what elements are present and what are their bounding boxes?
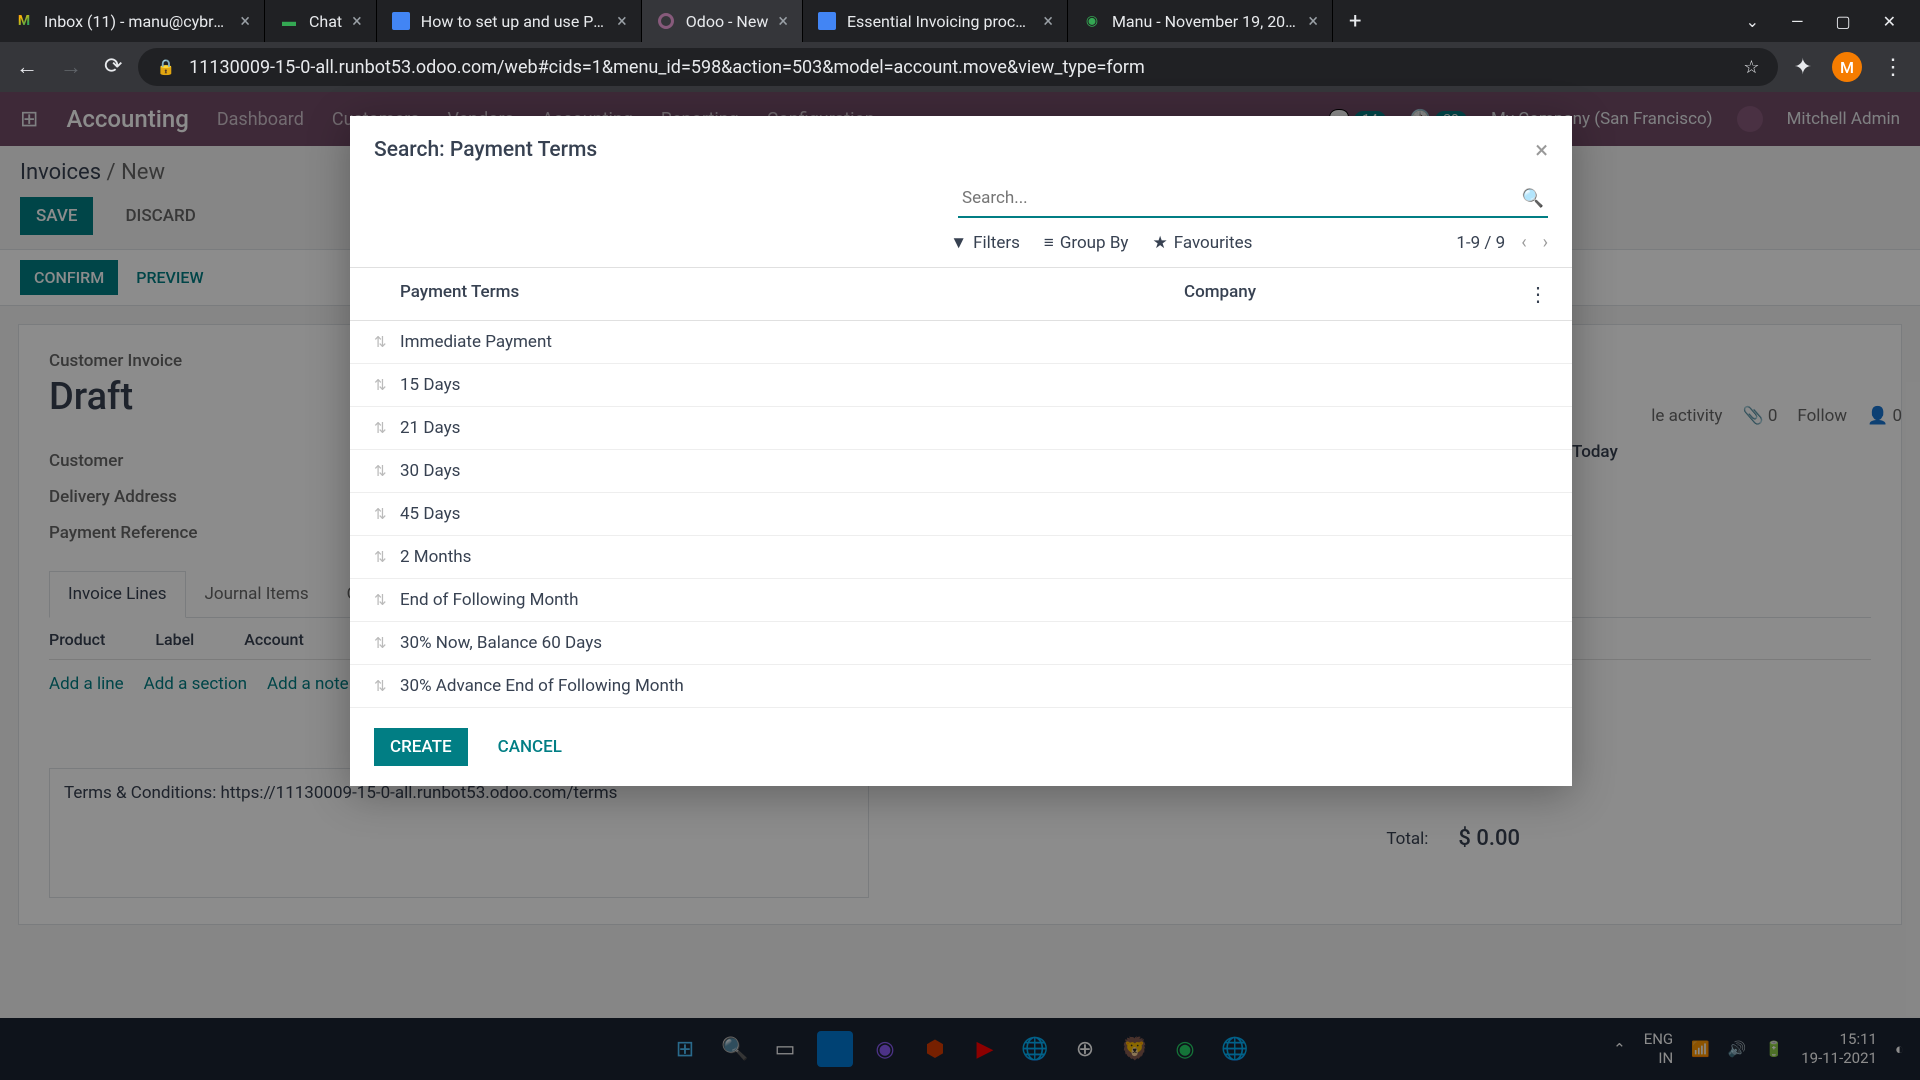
chat-icon: ▬	[279, 11, 299, 31]
chevron-down-icon[interactable]: ⌄	[1746, 12, 1759, 31]
create-button[interactable]: CREATE	[374, 728, 468, 766]
gmail-icon: M	[14, 11, 34, 31]
menu-icon[interactable]: ⋮	[1882, 55, 1904, 80]
browser-titlebar: M Inbox (11) - manu@cybrosy × ▬ Chat × H…	[0, 0, 1920, 42]
extensions-icon[interactable]: ✦	[1794, 55, 1812, 80]
payment-term-name: 15 Days	[400, 375, 460, 395]
favourites-button[interactable]: ★Favourites	[1152, 233, 1252, 253]
drag-handle-icon[interactable]: ⇅	[374, 462, 400, 480]
browser-tab-active[interactable]: Odoo - New ×	[642, 0, 803, 42]
payment-term-name: 2 Months	[400, 547, 471, 567]
drag-handle-icon[interactable]: ⇅	[374, 505, 400, 523]
drag-handle-icon[interactable]: ⇅	[374, 419, 400, 437]
payment-term-name: 45 Days	[400, 504, 460, 524]
drag-handle-icon[interactable]: ⇅	[374, 677, 400, 695]
back-icon[interactable]: ←	[16, 54, 38, 80]
drag-handle-icon[interactable]: ⇅	[374, 376, 400, 394]
minimize-icon[interactable]: —	[1791, 12, 1804, 31]
drag-handle-icon[interactable]: ⇅	[374, 548, 400, 566]
pager-next-icon[interactable]: ›	[1543, 232, 1548, 253]
payment-term-name: 30 Days	[400, 461, 460, 481]
url-input[interactable]: 🔒 11130009-15-0-all.runbot53.odoo.com/we…	[138, 48, 1777, 86]
payment-term-row[interactable]: ⇅15 Days	[350, 364, 1572, 407]
tab-title: Chat	[309, 12, 342, 31]
payment-term-row[interactable]: ⇅Immediate Payment	[350, 321, 1572, 364]
drag-handle-icon[interactable]: ⇅	[374, 591, 400, 609]
tab-title: Odoo - New	[686, 12, 769, 31]
url-text: 11130009-15-0-all.runbot53.odoo.com/web#…	[189, 57, 1145, 78]
close-icon[interactable]: ×	[240, 11, 250, 32]
close-icon[interactable]: ×	[617, 11, 627, 32]
browser-tab[interactable]: How to set up and use Payr ×	[377, 0, 642, 42]
drag-handle-icon[interactable]: ⇅	[374, 333, 400, 351]
profile-avatar[interactable]: M	[1832, 52, 1862, 82]
docs-icon	[817, 11, 837, 31]
search-icon[interactable]: 🔍	[1522, 188, 1544, 209]
browser-tab[interactable]: Essential Invoicing procedu ×	[803, 0, 1068, 42]
docs-icon	[391, 11, 411, 31]
new-tab-button[interactable]: +	[1333, 9, 1377, 34]
reload-icon[interactable]: ⟳	[104, 54, 122, 80]
drag-handle-icon[interactable]: ⇅	[374, 634, 400, 652]
close-icon[interactable]: ×	[1043, 11, 1053, 32]
search-payment-terms-modal: Search: Payment Terms × 🔍 ▼Filters ≡Grou…	[350, 116, 1572, 786]
star-icon[interactable]: ☆	[1743, 57, 1759, 78]
lock-icon: 🔒	[156, 58, 175, 76]
maximize-icon[interactable]: ▢	[1835, 12, 1850, 31]
browser-tab[interactable]: M Inbox (11) - manu@cybrosy ×	[0, 0, 265, 42]
column-company[interactable]: Company	[1184, 282, 1518, 306]
forward-icon[interactable]: →	[60, 54, 82, 80]
payment-term-row[interactable]: ⇅30% Now, Balance 60 Days	[350, 622, 1572, 665]
filter-icon: ▼	[950, 233, 967, 253]
payment-term-name: 30% Advance End of Following Month	[400, 676, 684, 696]
address-bar: ← → ⟳ 🔒 11130009-15-0-all.runbot53.odoo.…	[0, 42, 1920, 92]
groupby-button[interactable]: ≡Group By	[1044, 233, 1129, 253]
payment-term-name: End of Following Month	[400, 590, 578, 610]
pager-text[interactable]: 1-9 / 9	[1456, 233, 1505, 253]
payment-term-row[interactable]: ⇅45 Days	[350, 493, 1572, 536]
tab-title: Essential Invoicing procedu	[847, 12, 1033, 31]
payment-term-row[interactable]: ⇅30% Advance End of Following Month	[350, 665, 1572, 708]
payment-term-row[interactable]: ⇅End of Following Month	[350, 579, 1572, 622]
pager-prev-icon[interactable]: ‹	[1521, 232, 1526, 253]
close-window-icon[interactable]: ✕	[1883, 12, 1896, 31]
payment-term-row[interactable]: ⇅21 Days	[350, 407, 1572, 450]
cancel-button[interactable]: CANCEL	[482, 728, 578, 766]
payment-term-name: 21 Days	[400, 418, 460, 438]
payment-term-name: 30% Now, Balance 60 Days	[400, 633, 602, 653]
odoo-icon	[656, 11, 676, 31]
browser-tab[interactable]: ◉ Manu - November 19, 2021 ×	[1068, 0, 1333, 42]
payment-term-row[interactable]: ⇅2 Months	[350, 536, 1572, 579]
column-options-icon[interactable]: ⋮	[1518, 282, 1548, 306]
payment-term-name: Immediate Payment	[400, 332, 552, 352]
filters-button[interactable]: ▼Filters	[950, 233, 1020, 253]
close-icon[interactable]: ×	[352, 11, 362, 32]
sheets-icon: ◉	[1082, 11, 1102, 31]
browser-tab[interactable]: ▬ Chat ×	[265, 0, 377, 42]
close-icon[interactable]: ×	[778, 11, 788, 32]
tab-title: Manu - November 19, 2021	[1112, 12, 1298, 31]
search-input[interactable]	[958, 180, 1548, 218]
close-icon[interactable]: ×	[1308, 11, 1318, 32]
star-icon: ★	[1152, 233, 1167, 253]
list-icon: ≡	[1044, 233, 1054, 253]
tab-title: Inbox (11) - manu@cybrosy	[44, 12, 230, 31]
tab-title: How to set up and use Payr	[421, 12, 607, 31]
payment-term-row[interactable]: ⇅30 Days	[350, 450, 1572, 493]
modal-title: Search: Payment Terms	[374, 138, 597, 162]
column-payment-terms[interactable]: Payment Terms	[374, 282, 1184, 306]
close-icon[interactable]: ×	[1535, 136, 1548, 164]
